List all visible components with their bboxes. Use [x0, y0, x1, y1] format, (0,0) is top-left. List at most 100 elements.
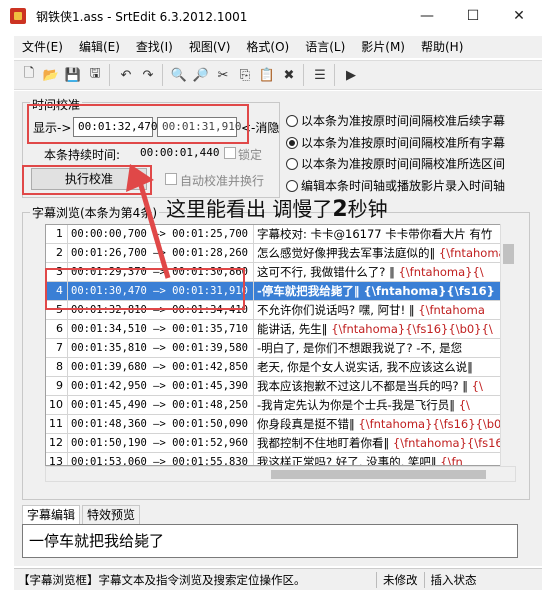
- status-modified: 未修改: [376, 571, 424, 588]
- row-text: -明白了, 是你们不想跟我说了? -不, 是您: [254, 339, 504, 358]
- radio-label: 以本条为准按原时间间隔校准后续字幕: [301, 114, 506, 128]
- row-number: 10: [46, 396, 68, 415]
- row-number: 7: [46, 339, 68, 358]
- row-tag-text: {\fntahoma: [418, 303, 485, 317]
- menu-edit[interactable]: 编辑(E): [71, 36, 128, 58]
- subtitle-grid[interactable]: 1 00:00:00,700 —> 00:01:25,700 字幕校对: 卡卡@16…: [45, 224, 516, 466]
- menu-bar: 文件(E) 编辑(E) 查找(I) 视图(V) 格式(O) 语言(L) 影片(M…: [14, 36, 542, 58]
- radio-button[interactable]: [286, 157, 298, 170]
- subtitle-editor[interactable]: 一停车就把我给毙了: [22, 524, 518, 558]
- annotation-box-time: [27, 104, 249, 144]
- window-title: 钢铁侠1.ass - SrtEdit 6.3.2012.1001: [36, 9, 248, 24]
- row-plain-text: -明白了, 是你们不想跟我说了? -不, 是您: [257, 341, 463, 355]
- vertical-scrollbar[interactable]: [500, 224, 516, 466]
- row-tag-text: {\fntahoma}{\fs16}: [363, 284, 495, 298]
- scroll-thumb[interactable]: [271, 470, 486, 479]
- redo-icon[interactable]: ↷: [137, 64, 159, 86]
- table-row[interactable]: 200:01:26,700 —> 00:01:28,260怎么感觉好像押我去军事…: [46, 244, 515, 263]
- radio-label: 编辑本条时间轴或播放影片录入时间轴: [301, 179, 506, 193]
- menu-view[interactable]: 视图(V): [181, 36, 239, 58]
- radio-option-edit[interactable]: 编辑本条时间轴或播放影片录入时间轴: [286, 177, 505, 194]
- row-tag-text: {\fntahoma}{\fs16}{\b0}{\: [331, 322, 493, 336]
- table-row[interactable]: 11 00:01:48,360 —> 00:01:50,090 你身段真是挺不错‖ …: [46, 415, 515, 434]
- row-plain-text: -停车就把我给毙了‖: [257, 284, 364, 298]
- row-tag-text: {\: [458, 398, 470, 412]
- find-icon[interactable]: 🔍: [168, 64, 190, 86]
- table-row[interactable]: 12 00:01:50,190 —> 00:01:52,960 我都控制不住地盯着你…: [46, 434, 515, 453]
- row-time: 00:01:34,510 —> 00:01:35,710: [68, 320, 254, 339]
- table-row[interactable]: 1 00:00:00,700 —> 00:01:25,700 字幕校对: 卡卡@16…: [46, 225, 515, 244]
- undo-icon[interactable]: ↶: [115, 64, 137, 86]
- lock-checkbox[interactable]: [224, 147, 236, 159]
- row-time: 00:01:45,490 —> 00:01:48,250: [68, 396, 254, 415]
- row-time: 00:01:53,060 —> 00:01:55,830: [68, 453, 254, 465]
- row-tag-text: {\fntahoma}{\fs16}{\b0: [358, 417, 502, 431]
- auto-correct-label: 自动校准并换行: [180, 174, 265, 188]
- radio-option-following[interactable]: 以本条为准按原时间间隔校准后续字幕: [286, 112, 505, 129]
- save-all-icon[interactable]: 🖫: [84, 64, 106, 86]
- cut-icon[interactable]: ✂: [212, 64, 234, 86]
- menu-help[interactable]: 帮助(H): [413, 36, 471, 58]
- row-tag-text: {\fntahoma}{\: [398, 265, 484, 279]
- tab-subtitle-edit[interactable]: 字幕编辑: [22, 505, 81, 525]
- radio-button[interactable]: [286, 114, 298, 127]
- row-plain-text: 怎么感觉好像押我去军事法庭似的‖: [257, 246, 439, 260]
- row-plain-text: 字幕校对: 卡卡@16177 卡卡带你看大片 有竹: [257, 227, 493, 241]
- horizontal-scrollbar[interactable]: [45, 466, 516, 482]
- save-icon[interactable]: 💾: [62, 64, 84, 86]
- row-time: 00:01:42,950 —> 00:01:45,390: [68, 377, 254, 396]
- row-time: 00:01:50,190 —> 00:01:52,960: [68, 434, 254, 453]
- menu-movie[interactable]: 影片(M): [353, 36, 413, 58]
- annotation-caption-number: 2: [332, 197, 348, 222]
- row-text: 字幕校对: 卡卡@16177 卡卡带你看大片 有竹: [254, 225, 504, 244]
- paste-icon[interactable]: 📋: [256, 64, 278, 86]
- duration-value: 00:00:01,440: [140, 146, 220, 159]
- find-replace-icon[interactable]: 🔎: [190, 64, 212, 86]
- annotation-caption-suffix: 秒钟: [347, 197, 388, 221]
- title-bar: 钢铁侠1.ass - SrtEdit 6.3.2012.1001 — ☐ ✕: [0, 0, 542, 32]
- delete-icon[interactable]: ✖: [278, 64, 300, 86]
- minimize-button[interactable]: —: [404, 0, 450, 32]
- new-file-icon[interactable]: 🗋: [18, 64, 40, 86]
- radio-option-range[interactable]: 以本条为准按原时间间隔校准所选区间: [286, 155, 505, 172]
- menu-file[interactable]: 文件(E): [14, 36, 71, 58]
- row-time: 00:01:35,810 —> 00:01:39,580: [68, 339, 254, 358]
- row-text: 我都控制不住地盯着你看‖ {\fntahoma}{\fs16: [254, 434, 504, 453]
- row-plain-text: 不允许你们说话吗? 嘿, 阿甘! ‖: [257, 303, 419, 317]
- copy-icon[interactable]: ⎘: [234, 64, 256, 86]
- row-plain-text: 老天, 你是个女人说实话, 我不应该这么说‖: [257, 360, 473, 374]
- row-plain-text: 我这样正常吗? 好了, 没事的, 笑吧‖: [257, 455, 441, 466]
- radio-option-all[interactable]: 以本条为准按原时间间隔校准所有字幕: [286, 134, 505, 151]
- table-row[interactable]: 10 00:01:45,490 —> 00:01:48,250 -我肯定先认为你是个…: [46, 396, 515, 415]
- row-tag-text: {\: [471, 379, 483, 393]
- row-plain-text: 我本应该抱歉不过这儿不都是当兵的吗? ‖: [257, 379, 472, 393]
- open-folder-icon[interactable]: 📂: [40, 64, 62, 86]
- maximize-button[interactable]: ☐: [450, 0, 496, 32]
- close-button[interactable]: ✕: [496, 0, 542, 32]
- row-tag-text: {\fn: [440, 455, 463, 466]
- menu-format[interactable]: 格式(O): [238, 36, 297, 58]
- scroll-thumb[interactable]: [503, 244, 514, 264]
- lock-label: 锁定: [238, 148, 263, 162]
- app-icon: [10, 8, 26, 24]
- left-edge: [0, 32, 14, 600]
- row-text: -停车就把我给毙了‖ {\fntahoma}{\fs16}: [254, 282, 504, 301]
- row-text: 我这样正常吗? 好了, 没事的, 笑吧‖ {\fn: [254, 453, 504, 466]
- row-time: 00:01:48,360 —> 00:01:50,090: [68, 415, 254, 434]
- radio-button[interactable]: [286, 179, 298, 192]
- tab-effect-preview[interactable]: 特效预览: [82, 505, 141, 525]
- list-icon[interactable]: ☰: [309, 64, 331, 86]
- row-number: 6: [46, 320, 68, 339]
- status-bar: 【字幕浏览框】字幕文本及指令浏览及搜索定位操作区。 未修改 插入状态: [14, 568, 542, 590]
- menu-find[interactable]: 查找(I): [128, 36, 181, 58]
- table-row[interactable]: 13 00:01:53,060 —> 00:01:55,830 我这样正常吗? 好了…: [46, 453, 515, 466]
- menu-language[interactable]: 语言(L): [297, 36, 353, 58]
- status-insert-mode: 插入状态: [423, 571, 483, 588]
- table-row[interactable]: 6 00:01:34,510 —> 00:01:35,710 能讲话, 先生‖ {\…: [46, 320, 515, 339]
- play-icon[interactable]: ▶: [340, 64, 362, 86]
- table-row[interactable]: 9 00:01:42,950 —> 00:01:45,390 我本应该抱歉不过这儿不…: [46, 377, 515, 396]
- radio-label: 以本条为准按原时间间隔校准所有字幕: [301, 136, 506, 150]
- table-row[interactable]: 8 00:01:39,680 —> 00:01:42,850 老天, 你是个女人说实…: [46, 358, 515, 377]
- table-row[interactable]: 7 00:01:35,810 —> 00:01:39,580 -明白了, 是你们不想…: [46, 339, 515, 358]
- radio-button-selected[interactable]: [286, 136, 298, 149]
